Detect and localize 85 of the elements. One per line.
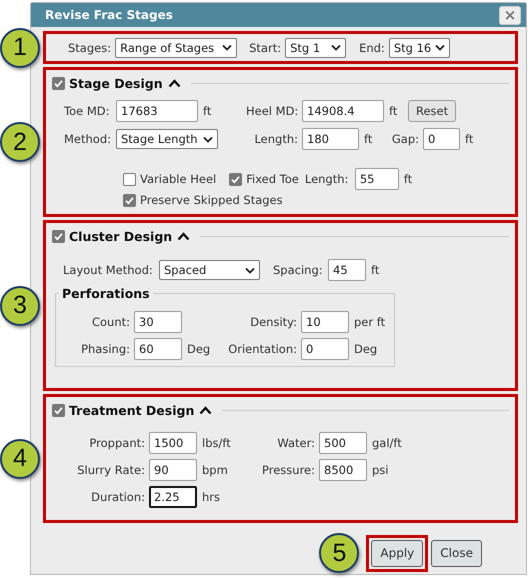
- input-field[interactable]: 8500: [319, 459, 367, 481]
- unit-label: ft: [202, 104, 212, 118]
- input-field[interactable]: 0: [423, 128, 460, 150]
- field-label: Spacing:: [273, 263, 324, 277]
- dropdown[interactable]: Spaced: [159, 260, 260, 280]
- unit-label: ft: [388, 104, 398, 118]
- unit-label: per ft: [353, 315, 386, 329]
- close-button[interactable]: ×: [499, 6, 521, 24]
- section-title: Stage Design: [69, 76, 163, 90]
- input-field[interactable]: 180: [302, 128, 359, 150]
- checkbox-label: Variable Heel: [140, 172, 216, 186]
- field-label: End:: [359, 40, 385, 54]
- unit-label: Deg: [186, 342, 212, 356]
- group-title: Perforations: [61, 286, 151, 301]
- input-field[interactable]: 45: [328, 259, 366, 281]
- field-label: Count:: [90, 315, 131, 329]
- dropdown[interactable]: Stg 1: [285, 38, 346, 58]
- field-label: Water:: [276, 436, 316, 450]
- input-field[interactable]: 30: [134, 311, 182, 333]
- unit-label: Deg: [353, 342, 378, 356]
- apply-button[interactable]: Apply: [371, 540, 424, 566]
- field-label: Density:: [249, 315, 298, 329]
- dropdown[interactable]: Stage Length: [116, 129, 218, 149]
- field-label: Stages:: [68, 40, 112, 54]
- input-field[interactable]: 17683: [116, 100, 198, 122]
- callout-badge: 1: [0, 28, 40, 68]
- close-button[interactable]: Close: [431, 540, 482, 566]
- field-label: Heel MD:: [246, 104, 300, 118]
- field-label: Length:: [304, 172, 350, 186]
- chevron-down-icon: [331, 44, 342, 51]
- section-title: Treatment Design: [69, 402, 194, 418]
- field-label: Layout Method:: [63, 263, 154, 277]
- checkbox[interactable]: [123, 172, 136, 186]
- chevron-down-icon: [222, 44, 232, 51]
- unit-label: ft: [402, 172, 414, 186]
- field-label: Gap:: [390, 132, 420, 146]
- input-field[interactable]: 14908.4: [302, 100, 384, 122]
- field-label: Length:: [253, 132, 299, 146]
- field-label: Method:: [64, 132, 112, 146]
- callout-badge: 5: [319, 533, 360, 573]
- unit-label: bpm: [201, 463, 229, 477]
- input-field[interactable]: 2.25: [149, 486, 197, 508]
- reset-button[interactable]: Reset: [408, 100, 456, 122]
- checkbox[interactable]: [52, 76, 65, 90]
- dropdown[interactable]: Stg 16: [388, 38, 450, 58]
- field-label: Toe MD:: [64, 104, 110, 118]
- section-title: Cluster Design: [69, 228, 172, 244]
- field-label: Proppant:: [88, 436, 146, 450]
- chevron-up-icon[interactable]: [168, 78, 181, 88]
- checkbox-label: Preserve Skipped Stages: [140, 193, 283, 207]
- field-label: Slurry Rate:: [76, 463, 146, 477]
- input-field[interactable]: 10: [301, 311, 349, 333]
- checkbox[interactable]: [52, 230, 65, 242]
- field-label: Duration:: [90, 490, 146, 504]
- input-field[interactable]: 1500: [149, 432, 197, 454]
- checkbox[interactable]: [123, 194, 136, 206]
- input-field[interactable]: 500: [319, 432, 367, 454]
- input-field[interactable]: 90: [149, 459, 197, 481]
- unit-label: psi: [371, 463, 390, 477]
- unit-label: ft: [370, 263, 380, 277]
- unit-label: lbs/ft: [201, 436, 232, 450]
- checkbox[interactable]: [229, 172, 242, 186]
- checkbox-label: Fixed Toe: [246, 172, 299, 186]
- field-label: Pressure:: [261, 463, 316, 477]
- chevron-down-icon: [245, 266, 255, 274]
- callout-badge: 3: [0, 286, 40, 326]
- field-label: Start:: [249, 40, 282, 54]
- chevron-down-icon: [203, 136, 213, 142]
- input-field[interactable]: 0: [301, 338, 349, 360]
- chevron-up-icon[interactable]: [177, 232, 190, 240]
- chevron-up-icon[interactable]: [199, 406, 212, 414]
- unit-label: gal/ft: [371, 436, 403, 450]
- dropdown[interactable]: Range of Stages: [115, 38, 238, 58]
- unit-label: ft: [464, 132, 474, 146]
- callout-badge: 2: [0, 122, 40, 162]
- field-label: Phasing:: [80, 342, 131, 356]
- chevron-down-icon: [435, 44, 446, 51]
- input-field[interactable]: 55: [354, 168, 399, 190]
- input-field[interactable]: 60: [134, 338, 182, 360]
- callout-badge: 4: [0, 438, 40, 478]
- window-title: Revise Frac Stages: [45, 8, 174, 22]
- field-label: Orientation:: [227, 342, 298, 356]
- unit-label: hrs: [201, 490, 222, 504]
- checkbox[interactable]: [52, 404, 65, 416]
- unit-label: ft: [363, 132, 374, 146]
